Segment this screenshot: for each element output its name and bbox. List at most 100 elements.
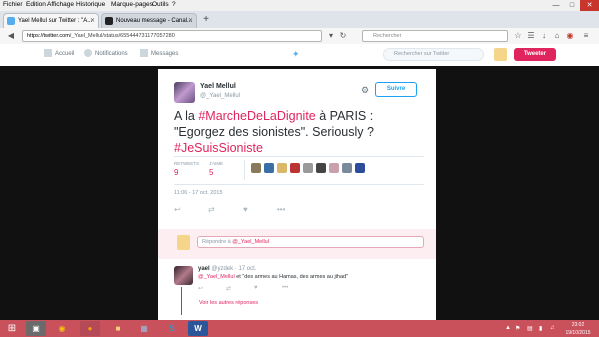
reply-icon[interactable]: ↩ — [198, 285, 203, 292]
address-bar[interactable]: https://twitter.com/_Yael_Mellul/status/… — [22, 30, 322, 42]
tray-arrow-icon[interactable]: ▲ — [505, 325, 511, 331]
app-icon[interactable]: ▦ — [134, 321, 154, 336]
url-path: /_Yael_Mellul/status/655444731177057280 — [69, 33, 175, 39]
bookmarks-icon[interactable]: ☰ — [526, 30, 536, 42]
follow-label: Suivre — [386, 86, 406, 92]
nav-messages-label: Messages — [151, 51, 179, 57]
network-icon[interactable]: ▤ — [527, 325, 533, 332]
bell-icon — [84, 49, 92, 58]
reply-handle-time: @yzdek · 17 oct. — [211, 266, 257, 272]
browser-search-input[interactable]: Rechercher — [362, 30, 508, 42]
divider — [244, 160, 245, 180]
canal-favicon-icon — [105, 17, 113, 25]
tweet-timestamp[interactable]: 11:06 - 17 oct. 2015 — [174, 190, 223, 196]
like-icon[interactable]: ♥ — [243, 205, 248, 214]
chrome-icon[interactable]: ◉ — [52, 321, 72, 336]
menu-file[interactable]: Fichier — [3, 1, 23, 8]
envelope-icon — [140, 49, 148, 58]
menu-bar: Fichier Edition Affichage Historique Mar… — [0, 0, 599, 11]
hashtag-link[interactable]: #JeSuisSioniste — [174, 141, 263, 155]
avatar[interactable] — [342, 163, 352, 173]
twitter-bird-icon[interactable]: ✦ — [292, 50, 302, 59]
close-tab-icon[interactable]: ✕ — [188, 14, 193, 28]
tweet-text: A la #MarcheDeLaDignite à PARIS : "Egorg… — [174, 108, 424, 156]
avatar[interactable] — [251, 163, 261, 173]
reload-icon[interactable]: ↻ — [338, 30, 348, 42]
reply-author-name: yael — [198, 266, 210, 272]
battery-icon[interactable]: ▮ — [539, 325, 542, 332]
like-icon[interactable]: ♥ — [254, 285, 258, 291]
star-icon[interactable]: ☆ — [513, 30, 523, 42]
gear-icon[interactable]: ⚙ — [361, 85, 369, 96]
addon-icon[interactable]: ◉ — [565, 30, 575, 42]
maximize-icon[interactable]: □ — [564, 0, 580, 11]
dropdown-icon[interactable]: ▾ — [326, 30, 336, 42]
close-tab-icon[interactable]: ✕ — [90, 14, 95, 28]
avatar[interactable] — [303, 163, 313, 173]
more-replies-link[interactable]: Voir les autres réponses — [199, 300, 258, 306]
word-icon[interactable]: W — [188, 321, 208, 336]
tweet-button-label: Tweeter — [523, 51, 547, 57]
follow-button[interactable]: Suivre — [375, 82, 417, 97]
tab-strip: Yael Mellul sur Twitter : "A... ✕ Nouvea… — [0, 11, 599, 28]
minimize-icon[interactable]: — — [548, 0, 564, 11]
author-handle[interactable]: @_Yael_Mellul — [200, 93, 240, 99]
reply-author[interactable]: yael @yzdek · 17 oct. — [198, 266, 256, 272]
avatar[interactable] — [290, 163, 300, 173]
tab-canal[interactable]: Nouveau message - Canal... ✕ — [101, 13, 197, 28]
tweet-button[interactable]: Tweeter — [514, 48, 556, 61]
likes-count[interactable]: 5 — [209, 168, 213, 177]
download-icon[interactable]: ↓ — [539, 30, 549, 42]
new-tab-button[interactable]: + — [199, 13, 213, 27]
menu-icon[interactable]: ≡ — [581, 30, 591, 42]
clock-time: 23:02 — [571, 322, 585, 328]
menu-bookmarks[interactable]: Marque-pages — [111, 1, 153, 8]
tab-twitter[interactable]: Yael Mellul sur Twitter : "A... ✕ — [3, 13, 99, 28]
account-avatar[interactable] — [494, 48, 507, 61]
retweet-icon[interactable]: ⇄ — [226, 285, 231, 292]
more-icon[interactable]: ••• — [282, 285, 288, 291]
twitter-search-input[interactable]: Rechercher sur Twitter — [383, 48, 484, 61]
url-host: https://twitter.com — [27, 33, 70, 39]
reply-body: et "des armes au Hamas, des armes au jih… — [234, 274, 349, 280]
more-icon[interactable]: ••• — [277, 205, 285, 214]
tab-label: Nouveau message - Canal... — [116, 18, 193, 24]
avatar[interactable] — [174, 82, 195, 103]
likes-label: J'AIME — [209, 161, 224, 166]
close-icon[interactable]: ✕ — [580, 0, 599, 11]
nav-notifications[interactable]: Notifications — [84, 49, 128, 59]
avatar[interactable] — [316, 163, 326, 173]
reply-icon[interactable]: ↩ — [174, 205, 181, 214]
menu-help[interactable]: ? — [172, 1, 176, 8]
avatar[interactable] — [355, 163, 365, 173]
firefox-icon[interactable]: ● — [80, 321, 100, 336]
reply-input[interactable]: Répondre à @_Yael_Mellul — [197, 236, 424, 248]
menu-history[interactable]: Historique — [76, 1, 105, 8]
author-name[interactable]: Yael Mellul — [200, 83, 236, 90]
retweets-label: RETWEETS — [174, 161, 200, 166]
tab-label: Yael Mellul sur Twitter : "A... — [18, 18, 93, 24]
nav-home-label: Accueil — [55, 51, 75, 57]
nav-home[interactable]: Accueil — [44, 49, 74, 59]
hashtag-link[interactable]: #MarcheDeLaDignite — [198, 109, 315, 123]
avatar[interactable] — [329, 163, 339, 173]
menu-view[interactable]: Affichage — [47, 1, 74, 8]
volume-icon[interactable]: ♫ — [550, 325, 555, 331]
home-icon[interactable]: ⌂ — [552, 30, 562, 42]
menu-tools[interactable]: Outils — [152, 1, 169, 8]
avatar[interactable] — [277, 163, 287, 173]
reply-mention-link[interactable]: @_Yael_Mellul — [198, 274, 235, 280]
skype-icon[interactable]: S — [162, 321, 182, 336]
avatar[interactable] — [264, 163, 274, 173]
back-icon[interactable]: ◀ — [6, 30, 16, 42]
folder-icon[interactable]: ■ — [108, 321, 128, 336]
avatar[interactable] — [174, 266, 193, 285]
retweet-icon[interactable]: ⇄ — [208, 205, 215, 214]
clock[interactable]: 23:02 19/10/2015 — [560, 320, 596, 337]
nav-messages[interactable]: Messages — [140, 49, 178, 59]
windows-start-icon[interactable]: ⊞ — [2, 321, 22, 336]
flag-icon[interactable]: ⚑ — [515, 325, 520, 332]
retweets-count[interactable]: 9 — [174, 168, 178, 177]
menu-edit[interactable]: Edition — [26, 1, 46, 8]
app-icon[interactable]: ▣ — [26, 321, 46, 336]
